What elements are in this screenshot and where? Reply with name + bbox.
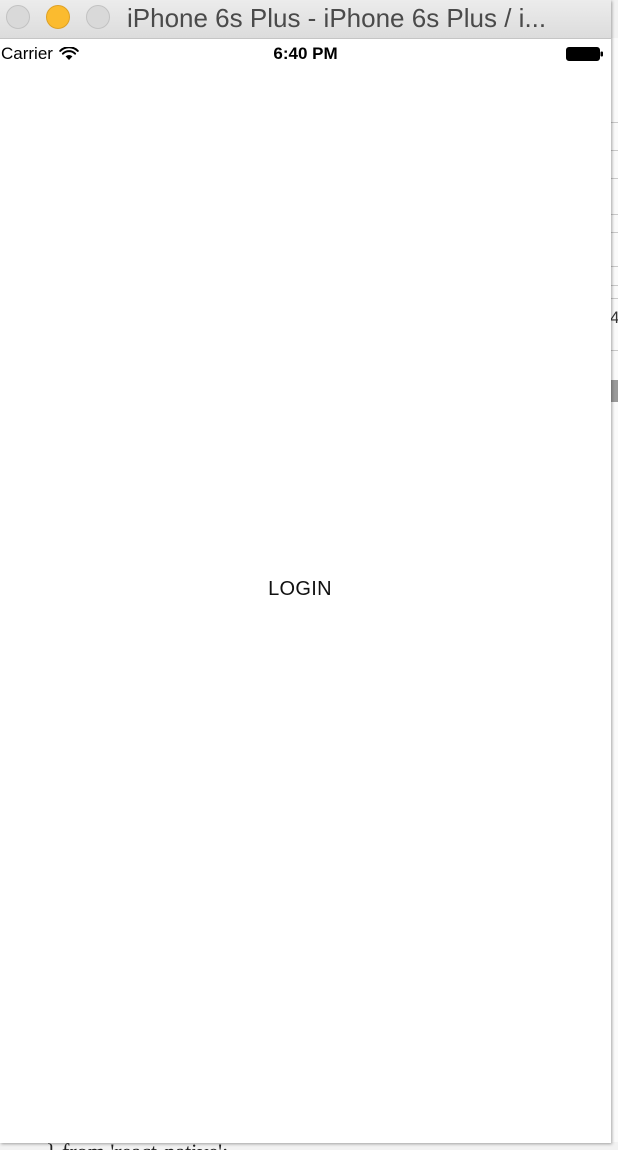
ios-status-bar: Carrier 6:40 PM: [0, 39, 611, 69]
background-editor-strip: [611, 38, 618, 1142]
window-titlebar[interactable]: iPhone 6s Plus - iPhone 6s Plus / i...: [0, 0, 611, 39]
background-divider: [611, 232, 618, 233]
zoom-window-button[interactable]: [86, 5, 110, 29]
desktop: 4 } from 'react-native'; iPhone 6s Plus …: [0, 0, 618, 1150]
background-divider: [611, 285, 618, 286]
background-divider: [611, 122, 618, 123]
background-divider: [611, 350, 618, 351]
simulator-window: iPhone 6s Plus - iPhone 6s Plus / i... C…: [0, 0, 611, 1143]
background-scroll-block: [611, 380, 618, 402]
battery-icon: [566, 47, 603, 61]
close-window-button[interactable]: [6, 5, 30, 29]
minimize-window-button[interactable]: [46, 5, 70, 29]
background-edge-text: 4: [610, 308, 618, 327]
login-button[interactable]: LOGIN: [0, 578, 600, 601]
background-divider: [611, 150, 618, 151]
background-divider: [611, 266, 618, 267]
background-divider: [611, 214, 618, 215]
background-divider: [611, 298, 618, 299]
app-screen: LOGIN: [0, 69, 611, 1143]
background-divider: [611, 178, 618, 179]
window-title: iPhone 6s Plus - iPhone 6s Plus / i...: [127, 3, 547, 33]
status-time: 6:40 PM: [273, 44, 338, 63]
